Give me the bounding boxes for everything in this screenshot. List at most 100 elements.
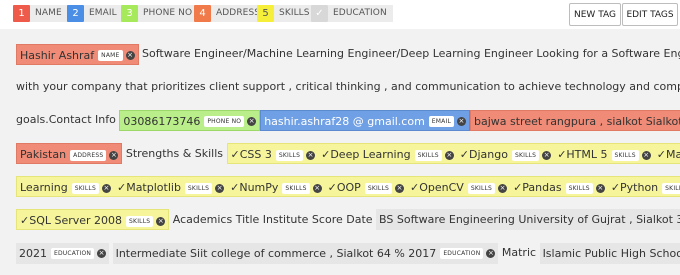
entity-tag: SKILLS bbox=[565, 182, 593, 194]
text-line: ✓SQL Server 2008 SKILLS × Academics Title … bbox=[16, 203, 680, 236]
tag-legend: 1 NAME 2 EMAIL 3 PHONE NO 4 ADDRESS 5 SK… bbox=[0, 0, 680, 29]
entity-tag: SKILLS bbox=[126, 215, 154, 227]
text-line: Pakistan ADDRESS × Strengths & Skills ✓CSS… bbox=[16, 137, 680, 170]
legend-item-education[interactable]: ✓ EDUCATION bbox=[311, 5, 393, 22]
entity-tag: SKILLS bbox=[511, 149, 540, 161]
remove-tag-icon[interactable]: × bbox=[498, 183, 508, 193]
entity-text: Pakistan bbox=[20, 148, 67, 162]
entity-address[interactable]: Pakistan ADDRESS × bbox=[16, 143, 123, 165]
entity-text: Islamic Public High School , Sialkot 62 bbox=[542, 246, 680, 260]
new-tag-button[interactable]: NEW TAG bbox=[569, 3, 621, 26]
entity-text: Learning bbox=[20, 181, 68, 195]
legend-item-skills[interactable]: 5 SKILLS bbox=[257, 5, 316, 22]
entity-tag: SKILLS bbox=[184, 182, 213, 194]
document-text: with your company that prioritizes clien… bbox=[16, 80, 680, 94]
entity-education[interactable]: 2021 EDUCATION × bbox=[16, 242, 110, 264]
entity-education[interactable]: Intermediate Siit college of commerce , … bbox=[112, 242, 499, 264]
entity-tag: SKILLS bbox=[282, 182, 310, 194]
legend-number: 2 bbox=[67, 5, 84, 22]
legend-label: NAME bbox=[30, 5, 68, 22]
remove-tag-icon[interactable]: × bbox=[101, 183, 111, 193]
entity-tag: SKILLS bbox=[662, 182, 680, 194]
entity-tag: SKILLS bbox=[275, 149, 304, 161]
remove-tag-icon[interactable]: × bbox=[109, 150, 119, 160]
document-text: Strengths & Skills bbox=[125, 146, 224, 160]
entity-name[interactable]: Hashir Ashraf NAME × bbox=[16, 43, 139, 65]
remove-tag-icon[interactable]: × bbox=[312, 183, 322, 193]
legend-number: 5 bbox=[257, 5, 274, 22]
entity-text: ✓SQL Server 2008 bbox=[20, 214, 123, 228]
remove-tag-icon[interactable]: × bbox=[486, 249, 496, 259]
entity-text: ✓NumPy bbox=[230, 181, 279, 195]
remove-tag-icon[interactable]: × bbox=[215, 183, 225, 193]
entity-tag: SKILLS bbox=[467, 182, 496, 194]
text-line: with your company that prioritizes clien… bbox=[16, 70, 680, 103]
entity-text: ✓Matplotlib bbox=[116, 181, 181, 195]
entity-email[interactable]: hashir.ashraf28 @ gmail.com EMAIL × bbox=[260, 109, 470, 131]
remove-tag-icon[interactable]: × bbox=[595, 183, 605, 193]
remove-tag-icon[interactable]: × bbox=[97, 249, 107, 259]
entity-skill[interactable]: Learning SKILLS × ✓Matplotlib SKILLS × ✓NumPy S… bbox=[16, 176, 680, 198]
entity-text: ✓Machine bbox=[656, 148, 680, 162]
entity-skill[interactable]: ✓SQL Server 2008 SKILLS × bbox=[16, 209, 170, 231]
entity-text: bajwa street rangpura , sialkot Sialkot … bbox=[473, 114, 680, 128]
entity-tag: ADDRESS bbox=[70, 149, 107, 161]
document-text: goals.Contact Info bbox=[16, 113, 116, 127]
entity-tag: EDUCATION bbox=[51, 248, 95, 260]
entity-address[interactable]: bajwa street rangpura , sialkot Sialkot … bbox=[469, 109, 680, 131]
edit-tags-button[interactable]: EDIT TAGS bbox=[622, 3, 678, 26]
remove-tag-icon[interactable]: × bbox=[247, 117, 257, 127]
legend-number: 4 bbox=[194, 5, 211, 22]
entity-tag: EDUCATION bbox=[440, 248, 484, 260]
entity-text: ✓CSS 3 bbox=[230, 148, 272, 162]
entity-phone[interactable]: 03086173746 PHONE NO × bbox=[119, 109, 261, 131]
entity-tag: NAME bbox=[98, 50, 123, 61]
legend-item-name[interactable]: 1 NAME bbox=[13, 5, 68, 22]
legend-label: PHONE NO bbox=[138, 5, 199, 22]
legend-label: EDUCATION bbox=[328, 5, 393, 22]
checkmark-icon: ✓ bbox=[311, 5, 328, 22]
entity-skill[interactable]: ✓CSS 3 SKILLS × ✓Deep Learning SKILLS × ✓Djang… bbox=[226, 143, 680, 165]
remove-tag-icon[interactable]: × bbox=[444, 150, 454, 160]
entity-text: ✓OOP bbox=[327, 181, 361, 195]
entity-tag: SKILLS bbox=[71, 182, 99, 194]
entity-text: ✓Python bbox=[610, 181, 659, 195]
entity-text: ✓HTML 5 bbox=[557, 148, 608, 162]
document-text: Matric bbox=[501, 246, 537, 260]
entity-tag: PHONE NO bbox=[204, 116, 245, 128]
remove-tag-icon[interactable]: × bbox=[156, 216, 166, 226]
legend-item-email[interactable]: 2 EMAIL bbox=[67, 5, 123, 22]
entity-text: ✓Pandas bbox=[513, 181, 562, 195]
remove-tag-icon[interactable]: × bbox=[125, 51, 135, 60]
entity-text: hashir.ashraf28 @ gmail.com bbox=[264, 114, 425, 128]
remove-tag-icon[interactable]: × bbox=[641, 150, 651, 160]
legend-item-address[interactable]: 4 ADDRESS bbox=[194, 5, 267, 22]
entity-education[interactable]: BS Software Engineering University of Gu… bbox=[376, 209, 680, 231]
legend-item-phone[interactable]: 3 PHONE NO bbox=[121, 5, 199, 22]
text-line: goals.Contact Info 03086173746 PHONE NO × h… bbox=[16, 103, 680, 136]
annotated-document[interactable]: Hashir Ashraf NAME × Software Engineer/Mac… bbox=[0, 29, 680, 275]
entity-text: ✓Django bbox=[459, 148, 508, 162]
entity-education[interactable]: Islamic Public High School , Sialkot 62 bbox=[539, 242, 680, 264]
document-text: Software Engineer/Machine Learning Engin… bbox=[142, 47, 680, 60]
document-text: Academics bbox=[172, 212, 233, 226]
entity-text: ✓OpenCV bbox=[410, 181, 464, 195]
remove-tag-icon[interactable]: × bbox=[306, 150, 316, 160]
legend-label: EMAIL bbox=[84, 5, 123, 22]
entity-text: 03086173746 bbox=[123, 114, 201, 128]
entity-text: BS Software Engineering University of Gu… bbox=[379, 213, 680, 227]
text-line: Hashir Ashraf NAME × Software Engineer/Mac… bbox=[16, 37, 680, 70]
legend-number: 1 bbox=[13, 5, 30, 22]
legend-label: SKILLS bbox=[274, 5, 316, 22]
remove-tag-icon[interactable]: × bbox=[542, 150, 552, 160]
entity-text: Hashir Ashraf bbox=[20, 48, 95, 62]
legend-number: 3 bbox=[121, 5, 138, 22]
remove-tag-icon[interactable]: × bbox=[456, 117, 466, 127]
text-line: Learning SKILLS × ✓Matplotlib SKILLS × ✓NumPy S… bbox=[16, 170, 680, 203]
entity-text: 2021 bbox=[19, 246, 47, 260]
entity-text: Intermediate Siit college of commerce , … bbox=[115, 246, 437, 260]
remove-tag-icon[interactable]: × bbox=[395, 183, 405, 193]
entity-tag: SKILLS bbox=[611, 149, 639, 161]
entity-tag: SKILLS bbox=[414, 149, 442, 161]
document-text: Title Institute Score Date bbox=[235, 212, 373, 226]
